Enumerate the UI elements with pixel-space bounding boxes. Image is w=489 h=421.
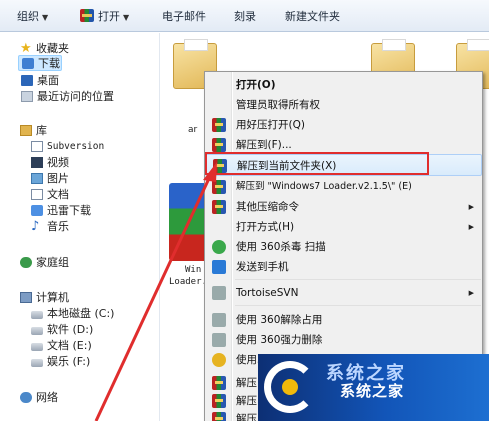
watermark-title: 系统之家 (340, 382, 405, 400)
logo-dot-icon (282, 379, 298, 395)
arrow-head (203, 162, 217, 182)
arrow-shaft (94, 171, 214, 421)
watermark-logo: 系统之家 系统之家 (258, 354, 489, 421)
